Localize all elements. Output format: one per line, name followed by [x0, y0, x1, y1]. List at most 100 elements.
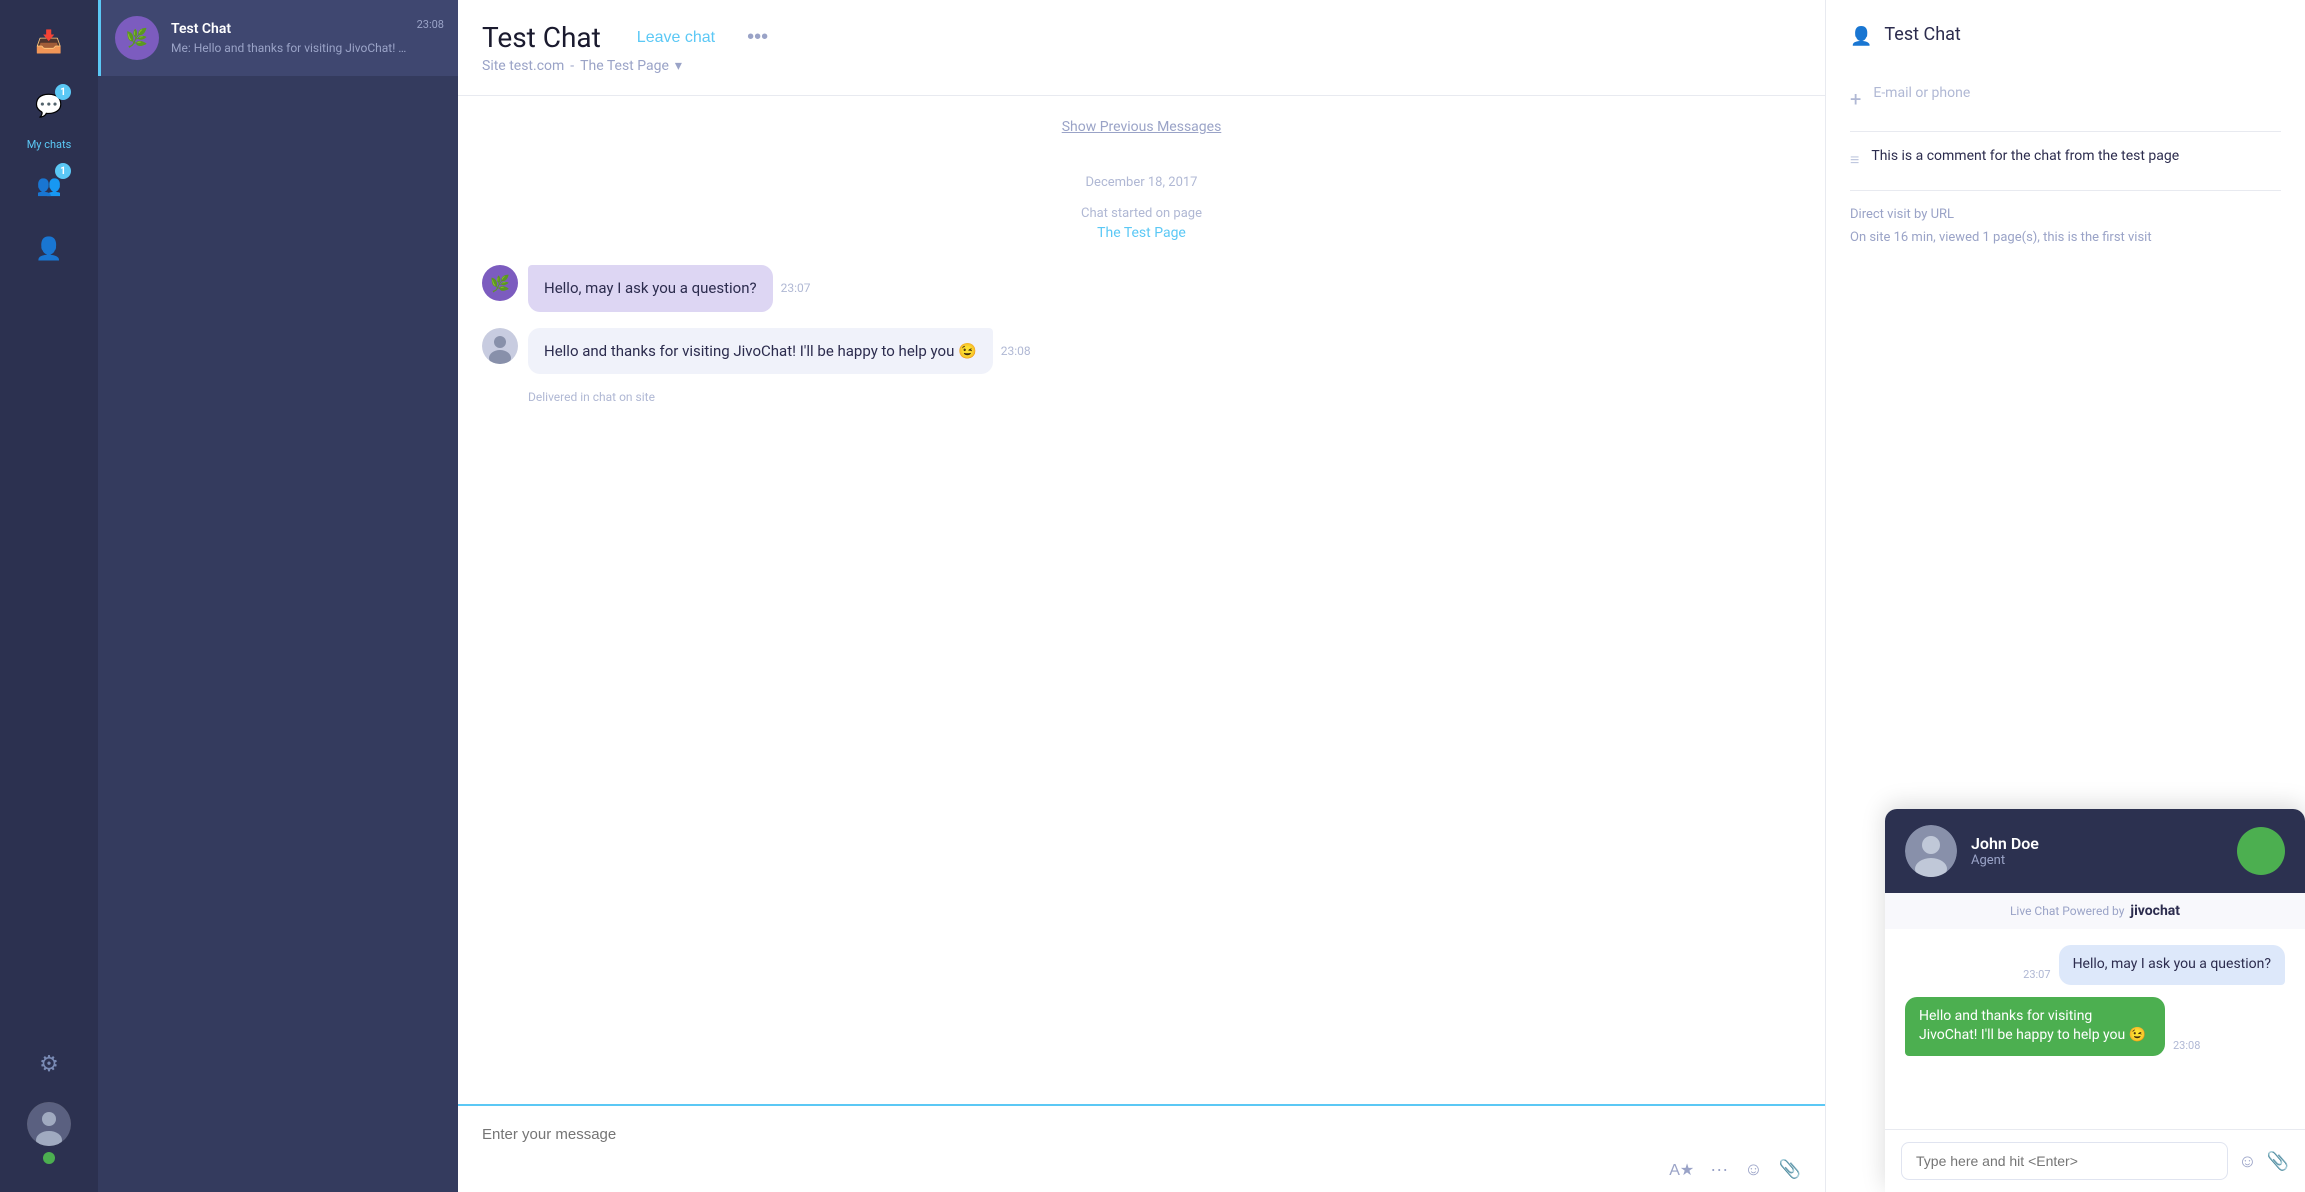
attach-button[interactable]: 📎 — [1779, 1159, 1801, 1180]
sidebar-visitors-section: 👥 1 — [23, 159, 75, 215]
message-input[interactable] — [482, 1118, 1801, 1151]
input-toolbar: A★ ··· ☺ 📎 — [482, 1151, 1801, 1180]
quick-replies-button[interactable]: ··· — [1710, 1159, 1728, 1180]
message-row-1: 🌿 Hello, may I ask you a question? 23:07 — [482, 265, 1801, 312]
widget-messages: 23:07 Hello, may I ask you a question? H… — [1885, 929, 2305, 1129]
right-panel-comment-item: ≡ This is a comment for the chat from th… — [1850, 148, 2281, 170]
chat-title: Test Chat — [482, 21, 601, 54]
divider-2 — [1850, 190, 2281, 191]
sidebar: 📥 💬 1 My chats 👥 1 👤 ⚙ — [0, 0, 98, 1192]
chat-widget: John Doe Agent Live Chat Powered by jivo… — [1885, 809, 2305, 1192]
email-placeholder: E-mail or phone — [1873, 85, 1970, 101]
right-panel-name-item: 👤 Test Chat — [1850, 24, 2281, 65]
message-status-2: Delivered in chat on site — [528, 390, 1801, 404]
emoji-icon: ☺ — [1744, 1159, 1762, 1179]
plus-icon: + — [1850, 87, 1861, 111]
more-button[interactable]: ••• — [747, 26, 768, 49]
chat-subtitle[interactable]: Site test.com - The Test Page ▾ — [482, 58, 1801, 74]
team-icon: 👤 — [35, 237, 62, 262]
right-panel-email-item: + E-mail or phone — [1850, 85, 2281, 111]
message-time-2: 23:08 — [1001, 344, 1031, 358]
widget-agent-role: Agent — [1971, 853, 2223, 868]
quick-replies-icon: ··· — [1710, 1159, 1728, 1179]
widget-attach-icon[interactable]: 📎 — [2267, 1151, 2289, 1172]
message-row-2: Hello and thanks for visiting JivoChat! … — [482, 328, 1801, 375]
chat-header: Test Chat Leave chat ••• Site test.com -… — [458, 0, 1825, 96]
visit-type: Direct visit by URL — [1850, 207, 2281, 222]
subtitle-page: The Test Page — [580, 58, 669, 74]
sidebar-settings-section: ⚙ — [23, 1038, 75, 1094]
sidebar-avatar-section — [27, 1102, 71, 1168]
chat-avatar: 🌿 — [115, 16, 159, 60]
message-bubble-1: Hello, may I ask you a question? — [528, 265, 773, 312]
widget-agent-name: John Doe — [1971, 834, 2223, 853]
widget-time-2: 23:08 — [2173, 1039, 2200, 1052]
header-left: Test Chat Leave chat ••• Site test.com -… — [482, 21, 1801, 74]
widget-accent-bubble — [2237, 827, 2285, 875]
show-previous-messages: Show Previous Messages — [482, 116, 1801, 135]
comment-icon: ≡ — [1850, 150, 1859, 170]
chat-name: Test Chat — [171, 21, 409, 37]
comment-text: This is a comment for the chat from the … — [1871, 148, 2179, 164]
sidebar-team-section: 👤 — [23, 223, 75, 279]
right-panel-title: Test Chat — [1884, 24, 1960, 45]
widget-agent-msg: Hello and thanks for visiting JivoChat! … — [1919, 1008, 2146, 1044]
visitor-avatar-1: 🌿 — [482, 265, 518, 301]
sidebar-item-visitors[interactable]: 👥 1 — [23, 159, 75, 211]
message-time-1: 23:07 — [781, 281, 811, 295]
subtitle-sep: - — [570, 58, 574, 74]
sidebar-item-mychats[interactable]: 💬 1 — [23, 80, 75, 132]
widget-message-input[interactable] — [1901, 1142, 2228, 1180]
settings-icon: ⚙ — [39, 1052, 59, 1077]
agent-avatar-2 — [482, 328, 518, 364]
chat-started-label: Chat started on page — [482, 206, 1801, 221]
translate-button[interactable]: A★ — [1669, 1159, 1694, 1180]
chat-preview: Me: Hello and thanks for visiting JivoCh… — [171, 41, 409, 55]
chat-list-item[interactable]: 🌿 Test Chat Me: Hello and thanks for vis… — [98, 0, 458, 76]
agent-avatar-sidebar[interactable] — [27, 1102, 71, 1146]
main-chat: Test Chat Leave chat ••• Site test.com -… — [458, 0, 1825, 1192]
sidebar-item-inbox[interactable]: 📥 — [23, 16, 75, 68]
person-icon: 👤 — [1850, 26, 1872, 47]
widget-time-1: 23:07 — [2023, 968, 2050, 981]
sidebar-settings-button[interactable]: ⚙ — [23, 1038, 75, 1090]
messages-area: Show Previous Messages December 18, 2017… — [458, 96, 1825, 1104]
chat-started-page: The Test Page — [482, 225, 1801, 241]
widget-powered-bar: Live Chat Powered by jivochat — [1885, 893, 2305, 929]
emoji-button[interactable]: ☺ — [1744, 1159, 1762, 1180]
message-bubble-2: Hello and thanks for visiting JivoChat! … — [528, 328, 993, 375]
mychats-badge: 1 — [55, 84, 71, 100]
translate-icon: A★ — [1669, 1162, 1694, 1179]
jivochat-logo: jivochat — [2130, 903, 2180, 919]
chat-info: Test Chat Me: Hello and thanks for visit… — [171, 21, 409, 55]
chevron-icon: ▾ — [675, 58, 682, 74]
right-panel: 👤 Test Chat + E-mail or phone ≡ This is … — [1825, 0, 2305, 1192]
widget-bubble-2: Hello and thanks for visiting JivoChat! … — [1905, 997, 2165, 1056]
date-divider: December 18, 2017 — [482, 175, 1801, 190]
status-dot — [43, 1152, 55, 1164]
sidebar-mychats-section: 💬 1 My chats — [23, 80, 75, 151]
leave-chat-button[interactable]: Leave chat — [637, 29, 715, 47]
widget-bubble-1: Hello, may I ask you a question? — [2059, 945, 2285, 985]
sidebar-item-team[interactable]: 👤 — [23, 223, 75, 275]
visit-stats: On site 16 min, viewed 1 page(s), this i… — [1850, 230, 2281, 245]
widget-agent-info: John Doe Agent — [1971, 834, 2223, 868]
widget-emoji-icon[interactable]: ☺ — [2238, 1151, 2256, 1172]
visitors-badge: 1 — [55, 163, 71, 179]
widget-input-area: ☺ 📎 — [1885, 1129, 2305, 1192]
message-group-2: Hello and thanks for visiting JivoChat! … — [482, 328, 1801, 405]
divider-1 — [1850, 131, 2281, 132]
chat-time: 23:08 — [417, 18, 444, 31]
attach-icon: 📎 — [1779, 1159, 1801, 1179]
mychats-label: My chats — [27, 138, 72, 151]
message-input-area: A★ ··· ☺ 📎 — [458, 1104, 1825, 1192]
widget-agent-avatar — [1905, 825, 1957, 877]
widget-header: John Doe Agent — [1885, 809, 2305, 893]
chat-list-panel: 🌿 Test Chat Me: Hello and thanks for vis… — [98, 0, 458, 1192]
powered-by-text: Live Chat Powered by — [2010, 904, 2124, 918]
inbox-icon: 📥 — [35, 30, 62, 55]
widget-msg-row-2: Hello and thanks for visiting JivoChat! … — [1905, 997, 2285, 1056]
subtitle-site: Site test.com — [482, 58, 564, 74]
show-previous-link[interactable]: Show Previous Messages — [1062, 119, 1222, 135]
widget-msg-row-1: 23:07 Hello, may I ask you a question? — [1905, 945, 2285, 985]
